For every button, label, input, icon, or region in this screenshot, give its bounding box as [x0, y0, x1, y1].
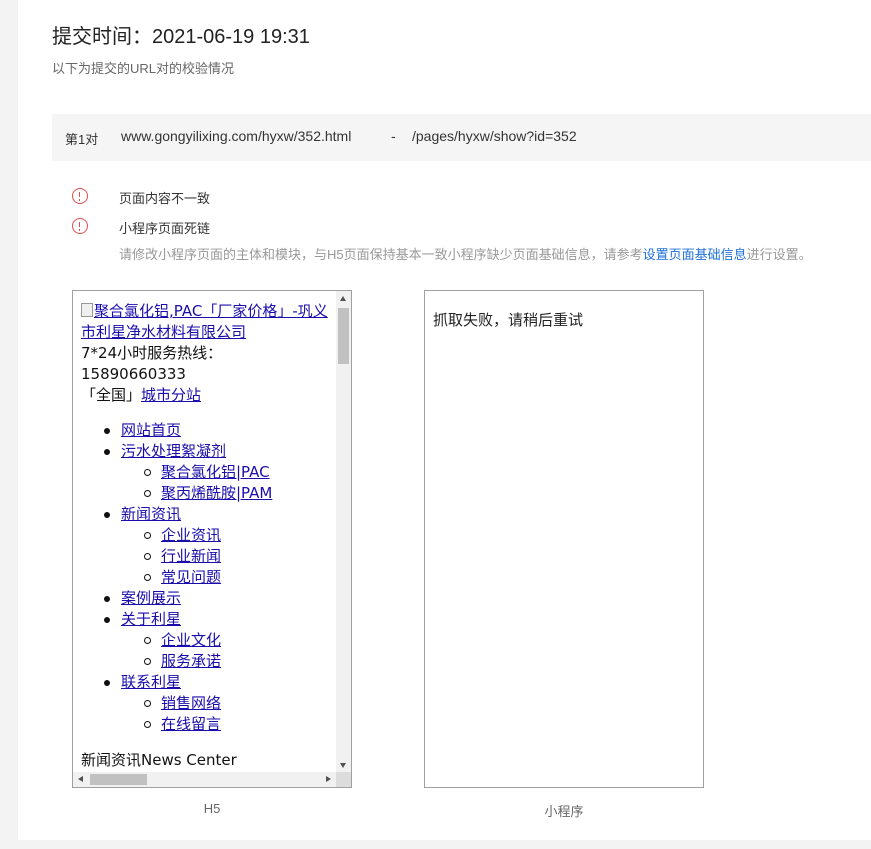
- nav-link-about[interactable]: 关于利星: [121, 610, 181, 628]
- page-subtitle: 以下为提交的URL对的校验情况: [52, 61, 235, 76]
- pair-index: 第1对: [65, 132, 99, 147]
- nav-link-pac[interactable]: 聚合氯化铝|PAC: [161, 463, 270, 481]
- warning-circle-icon: [72, 218, 88, 234]
- issue-desc-suffix: 进行设置。: [746, 247, 812, 262]
- nav-subitem: 行业新闻: [81, 546, 336, 567]
- url-pair-bar: 第1对 www.gongyilixing.com/hyxw/352.html -…: [52, 114, 871, 161]
- scroll-up-arrow-icon[interactable]: [340, 296, 346, 301]
- issue-label: 页面内容不一致: [119, 191, 211, 206]
- warning-circle-icon: [72, 188, 88, 204]
- scroll-right-arrow-icon[interactable]: [326, 776, 331, 782]
- nav-subitem: 聚丙烯酰胺|PAM: [81, 483, 336, 504]
- nav-link-sales-network[interactable]: 销售网络: [161, 694, 221, 712]
- region-line: 「全国」城市分站: [81, 385, 336, 406]
- nav-link-contact[interactable]: 联系利星: [121, 673, 181, 691]
- issue-desc-text: 请修改小程序页面的主体和模块，与H5页面保持基本一致小程序缺少页面基础信息，请参…: [119, 247, 643, 262]
- nav-subitem: 销售网络: [81, 693, 336, 714]
- mp-caption: 小程序: [544, 804, 584, 819]
- pair-mp-path: /pages/hyxw/show?id=352: [412, 128, 577, 144]
- h5-preview-frame[interactable]: 聚合氯化铝,PAC「厂家价格」-巩义市利星净水材料有限公司 7*24小时服务热线…: [72, 290, 352, 788]
- nav-item: 关于利星: [81, 609, 336, 630]
- region-prefix: 「全国」: [81, 386, 142, 404]
- nav-link-culture[interactable]: 企业文化: [161, 631, 221, 649]
- hotline-label: 7*24小时服务热线：: [81, 344, 223, 362]
- nav-link-company-news[interactable]: 企业资讯: [161, 526, 221, 544]
- nav-subitem: 企业资讯: [81, 525, 336, 546]
- pair-h5-url: www.gongyilixing.com/hyxw/352.html: [121, 128, 352, 144]
- h5-page-content: 聚合氯化铝,PAC「厂家价格」-巩义市利星净水材料有限公司 7*24小时服务热线…: [81, 301, 336, 771]
- city-branch-link[interactable]: 城市分站: [141, 386, 201, 404]
- scrollbar-corner: [336, 772, 351, 787]
- nav-link-home[interactable]: 网站首页: [121, 421, 181, 439]
- horizontal-scrollbar[interactable]: [73, 772, 336, 787]
- nav-subitem: 在线留言: [81, 714, 336, 735]
- fetch-failed-message: 抓取失败，请稍后重试: [433, 312, 584, 329]
- nav-link-wastewater[interactable]: 污水处理絮凝剂: [121, 442, 226, 460]
- nav-subitem: 服务承诺: [81, 651, 336, 672]
- hotline-number: 15890660333: [81, 365, 186, 383]
- h5-caption: H5: [203, 801, 221, 816]
- nav-item: 联系利星: [81, 672, 336, 693]
- logo-alt-text: 聚合氯化铝,PAC「厂家价格」-巩义市利星净水材料有限公司: [81, 302, 328, 341]
- nav-link-faq[interactable]: 常见问题: [161, 568, 221, 586]
- vertical-scrollbar[interactable]: [336, 291, 351, 773]
- nav-link-industry-news[interactable]: 行业新闻: [161, 547, 221, 565]
- site-nav: 网站首页 污水处理絮凝剂 聚合氯化铝|PAC 聚丙烯酰胺|PAM 新闻资讯 企业…: [81, 420, 336, 735]
- page-title: 提交时间：2021-06-19 19:31: [52, 26, 310, 48]
- vertical-scroll-thumb[interactable]: [338, 308, 349, 364]
- nav-subitem: 聚合氯化铝|PAC: [81, 462, 336, 483]
- nav-subitem: 常见问题: [81, 567, 336, 588]
- nav-item: 案例展示: [81, 588, 336, 609]
- nav-item: 污水处理絮凝剂: [81, 441, 336, 462]
- set-page-info-link[interactable]: 设置页面基础信息: [643, 247, 747, 262]
- nav-link-online-message[interactable]: 在线留言: [161, 715, 221, 733]
- pair-separator: -: [391, 128, 396, 144]
- nav-item: 新闻资讯: [81, 504, 336, 525]
- scroll-left-arrow-icon[interactable]: [78, 776, 83, 782]
- site-logo-link[interactable]: 聚合氯化铝,PAC「厂家价格」-巩义市利星净水材料有限公司: [81, 301, 336, 343]
- nav-link-cases[interactable]: 案例展示: [121, 589, 181, 607]
- broken-image-icon: [81, 303, 93, 317]
- nav-subitem: 企业文化: [81, 630, 336, 651]
- news-heading: 新闻资讯News Center: [81, 751, 237, 769]
- nav-link-pam[interactable]: 聚丙烯酰胺|PAM: [161, 484, 272, 502]
- issue-label: 小程序页面死链: [119, 221, 211, 236]
- nav-link-promise[interactable]: 服务承诺: [161, 652, 221, 670]
- nav-item: 网站首页: [81, 420, 336, 441]
- horizontal-scroll-thumb[interactable]: [90, 774, 147, 785]
- nav-link-news[interactable]: 新闻资讯: [121, 505, 181, 523]
- scroll-down-arrow-icon[interactable]: [340, 763, 346, 768]
- mp-preview-frame: 抓取失败，请稍后重试: [424, 290, 704, 788]
- issue-description: 请修改小程序页面的主体和模块，与H5页面保持基本一致小程序缺少页面基础信息，请参…: [119, 244, 812, 263]
